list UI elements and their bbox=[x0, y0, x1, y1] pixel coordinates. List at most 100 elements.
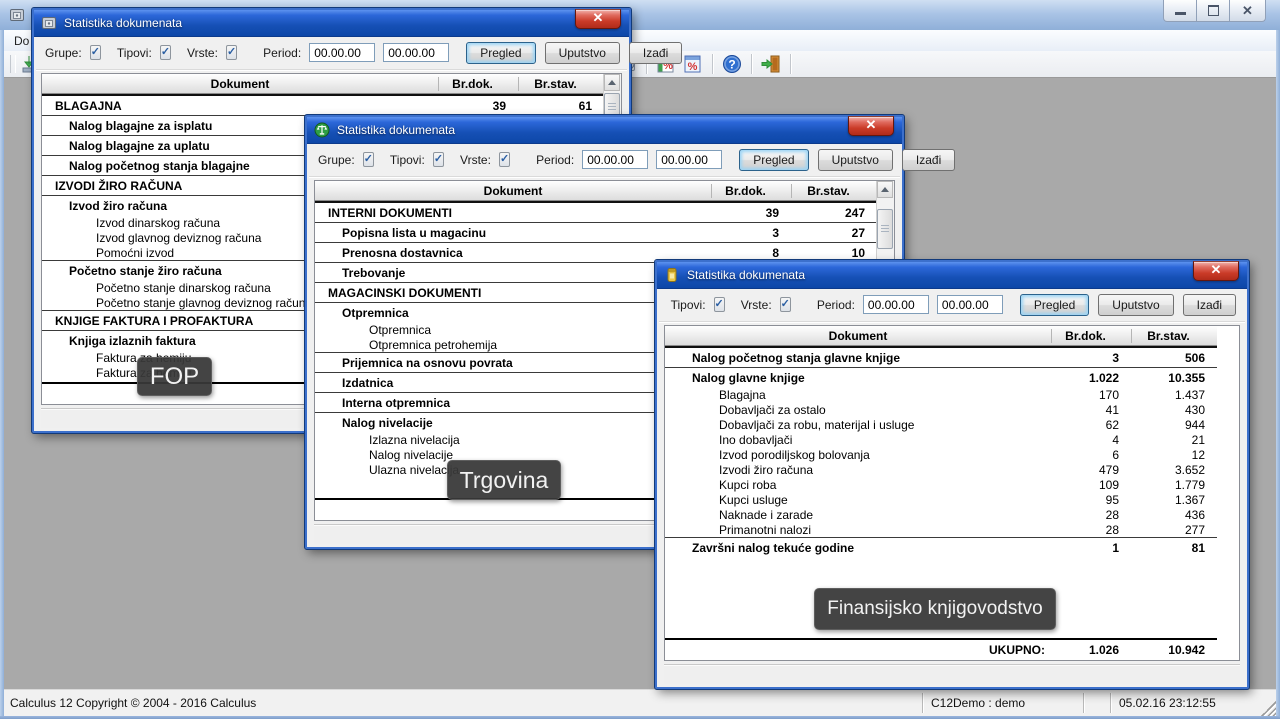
row-brstav-value: 430 bbox=[1131, 403, 1217, 417]
tipovi-checkbox[interactable]: ✓ bbox=[714, 297, 725, 312]
exit-icon[interactable] bbox=[760, 53, 782, 75]
vrste-checkbox[interactable]: ✓ bbox=[499, 152, 510, 167]
scroll-thumb[interactable] bbox=[877, 209, 893, 249]
vrste-label: Vrste: bbox=[741, 298, 772, 312]
grupe-checkbox[interactable]: ✓ bbox=[363, 152, 374, 167]
toolbar-grip[interactable] bbox=[10, 55, 16, 73]
totals-brdok-value: 1.026 bbox=[1051, 643, 1131, 657]
period-from-input[interactable] bbox=[863, 295, 929, 314]
row-brstav-value: 436 bbox=[1131, 508, 1217, 522]
izadi-button[interactable]: Izađi bbox=[629, 42, 682, 64]
column-header-dokument[interactable]: Dokument bbox=[315, 184, 711, 198]
uputstvo-button[interactable]: Uputstvo bbox=[818, 149, 893, 171]
scroll-up-button[interactable] bbox=[604, 74, 620, 91]
svg-text:%: % bbox=[688, 61, 698, 73]
maximize-button[interactable] bbox=[1196, 0, 1230, 22]
toolbar-separator bbox=[712, 54, 713, 74]
tipovi-checkbox[interactable]: ✓ bbox=[160, 45, 171, 60]
row-label: INTERNI DOKUMENTI bbox=[315, 206, 711, 220]
window-title: Statistika dokumenata bbox=[337, 123, 455, 137]
column-header-brdok[interactable]: Br.dok. bbox=[438, 77, 518, 91]
vrste-checkbox[interactable]: ✓ bbox=[780, 297, 791, 312]
table-row: Izvodi žiro računa4793.652 bbox=[665, 462, 1217, 477]
row-brdok-value: 39 bbox=[711, 206, 791, 220]
close-button[interactable]: ✕ bbox=[575, 9, 621, 29]
controls-bar: Tipovi:✓Vrste:✓Period:PregledUputstvoIza… bbox=[659, 288, 1245, 322]
child-titlebar[interactable]: Statistika dokumenata✕ bbox=[657, 262, 1247, 289]
caption-buttons: ✕ bbox=[1164, 0, 1266, 21]
row-brdok-value: 1.022 bbox=[1051, 371, 1131, 385]
close-button[interactable]: ✕ bbox=[1193, 261, 1239, 281]
maximize-icon bbox=[1208, 5, 1219, 16]
period-to-input[interactable] bbox=[937, 295, 1003, 314]
column-header-brstav[interactable]: Br.stav. bbox=[518, 77, 604, 91]
menu-item-dokumenti[interactable]: Do bbox=[4, 34, 35, 48]
window-footer bbox=[664, 664, 1240, 684]
row-brstav-value: 10 bbox=[791, 246, 877, 260]
column-header-brstav[interactable]: Br.stav. bbox=[1131, 329, 1217, 343]
scroll-up-button[interactable] bbox=[877, 181, 893, 198]
svg-text:?: ? bbox=[728, 58, 735, 72]
calculus-app-icon bbox=[9, 7, 25, 23]
vrste-checkbox[interactable]: ✓ bbox=[226, 45, 237, 60]
calculus-application-window: ✕ Do % % ? bbox=[0, 0, 1280, 719]
row-brdok-value: 95 bbox=[1051, 493, 1131, 507]
grupe-checkbox[interactable]: ✓ bbox=[90, 45, 101, 60]
pregled-button[interactable]: Pregled bbox=[739, 149, 808, 171]
table-header: DokumentBr.dok.Br.stav. bbox=[665, 326, 1217, 346]
row-brstav-value: 944 bbox=[1131, 418, 1217, 432]
minimize-icon bbox=[1175, 12, 1186, 15]
resize-grip[interactable] bbox=[1261, 701, 1276, 716]
period-from-input[interactable] bbox=[309, 43, 375, 62]
table-row: Završni nalog tekuće godine181 bbox=[665, 538, 1217, 557]
column-header-brdok[interactable]: Br.dok. bbox=[711, 184, 791, 198]
period-label: Period: bbox=[536, 153, 574, 167]
window-title: Statistika dokumenata bbox=[64, 16, 182, 30]
tipovi-label: Tipovi: bbox=[390, 153, 425, 167]
row-brdok-value: 3 bbox=[711, 226, 791, 240]
table-row: Nalog glavne knjige1.02210.355 bbox=[665, 368, 1217, 387]
close-button[interactable]: ✕ bbox=[848, 116, 894, 136]
uputstvo-button[interactable]: Uputstvo bbox=[1098, 294, 1173, 316]
row-brdok-value: 41 bbox=[1051, 403, 1131, 417]
column-header-dokument[interactable]: Dokument bbox=[665, 329, 1051, 343]
period-to-input[interactable] bbox=[656, 150, 722, 169]
help-icon[interactable]: ? bbox=[721, 53, 743, 75]
scale-icon bbox=[314, 122, 330, 138]
toolbar-separator bbox=[751, 54, 752, 74]
ledger-icon bbox=[664, 267, 680, 283]
row-brstav-value: 1.779 bbox=[1131, 478, 1217, 492]
statusbar-empty-panel bbox=[1084, 690, 1110, 716]
window-frame-right bbox=[1276, 30, 1280, 719]
table-row: Naknade i zarade28436 bbox=[665, 507, 1217, 522]
period-to-input[interactable] bbox=[383, 43, 449, 62]
totals-label: UKUPNO: bbox=[665, 643, 1051, 657]
row-brstav-value: 12 bbox=[1131, 448, 1217, 462]
controls-bar: Grupe:✓Tipovi:✓Vrste:✓Period:PregledUput… bbox=[309, 143, 900, 177]
izadi-button[interactable]: Izađi bbox=[1183, 294, 1236, 316]
column-header-dokument[interactable]: Dokument bbox=[42, 77, 438, 91]
row-label: Završni nalog tekuće godine bbox=[665, 541, 1051, 555]
minimize-button[interactable] bbox=[1163, 0, 1197, 22]
izadi-button[interactable]: Izađi bbox=[902, 149, 955, 171]
child-titlebar[interactable]: Statistika dokumenata ✕ bbox=[34, 10, 629, 37]
uputstvo-button[interactable]: Uputstvo bbox=[545, 42, 620, 64]
row-brstav-value: 3.652 bbox=[1131, 463, 1217, 477]
table-row: Ino dobavljači421 bbox=[665, 432, 1217, 447]
child-titlebar[interactable]: Statistika dokumenata ✕ bbox=[307, 117, 902, 144]
period-from-input[interactable] bbox=[582, 150, 648, 169]
totals-row: UKUPNO:1.02610.942 bbox=[665, 640, 1217, 660]
row-label: Otpremnica bbox=[315, 323, 711, 337]
pregled-button[interactable]: Pregled bbox=[466, 42, 535, 64]
column-header-brstav[interactable]: Br.stav. bbox=[791, 184, 877, 198]
row-brstav-value: 81 bbox=[1131, 541, 1217, 555]
tipovi-checkbox[interactable]: ✓ bbox=[433, 152, 444, 167]
report-percent-blue-icon[interactable]: % bbox=[682, 53, 704, 75]
column-header-brdok[interactable]: Br.dok. bbox=[1051, 329, 1131, 343]
pregled-button[interactable]: Pregled bbox=[1020, 294, 1089, 316]
row-label: Prijemnica na osnovu povrata bbox=[315, 356, 711, 370]
row-brstav-value: 247 bbox=[791, 206, 877, 220]
close-button-main[interactable]: ✕ bbox=[1229, 0, 1266, 22]
row-brstav-value: 21 bbox=[1131, 433, 1217, 447]
row-label: Otpremnica petrohemija bbox=[315, 338, 711, 352]
